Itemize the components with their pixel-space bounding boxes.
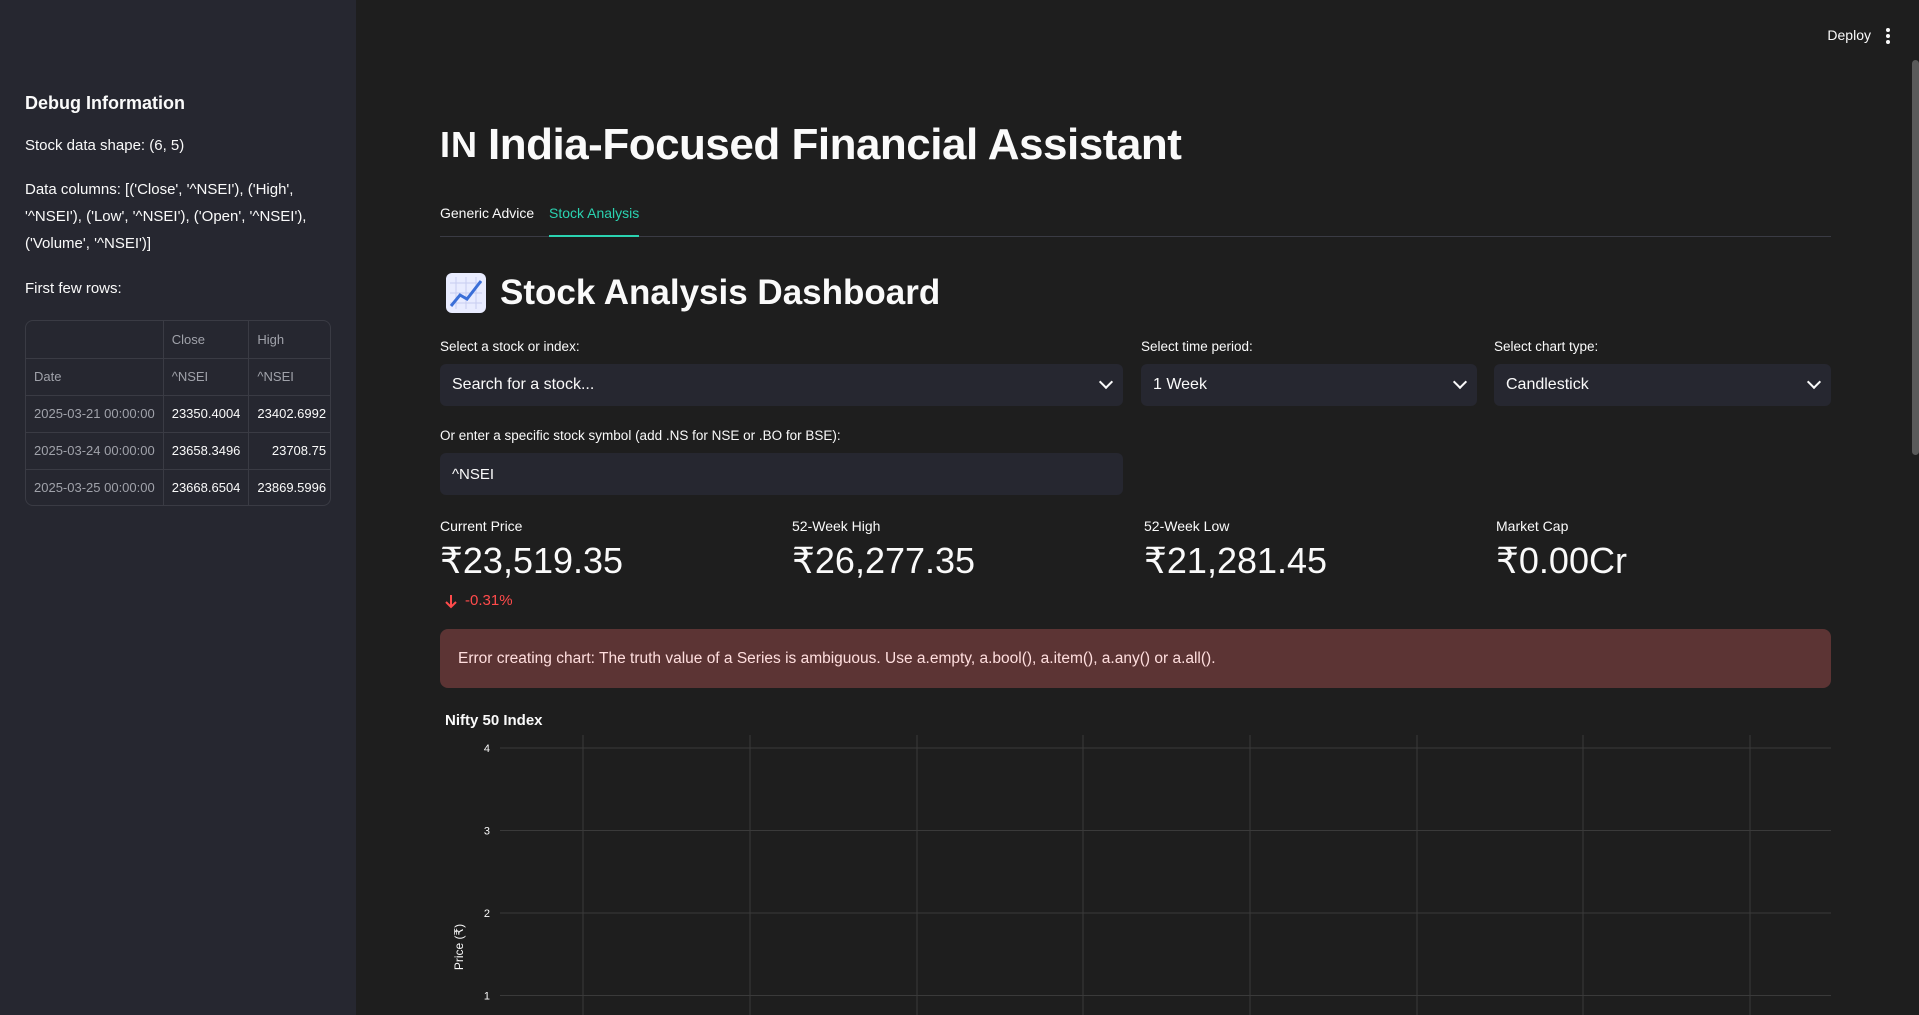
table-header-cell: High — [248, 321, 330, 359]
current-price-label: Current Price — [440, 518, 523, 534]
sidebar: Debug Information Stock data shape: (6, … — [0, 0, 356, 1015]
chart-type-select-value: Candlestick — [1506, 376, 1589, 393]
table-cell: 23350.4004 — [163, 395, 250, 433]
table-header-row: Close High — [26, 321, 330, 359]
table-cell: 23402.6992 — [248, 395, 330, 433]
scrollbar[interactable] — [1912, 60, 1919, 455]
page-title-text: India-Focused Financial Assistant — [488, 120, 1182, 169]
data-columns-line-3: ('Volume', '^NSEI')] — [25, 235, 152, 252]
table-cell: 23658.3496 — [163, 432, 250, 470]
tab-generic-advice[interactable]: Generic Advice — [440, 205, 534, 237]
low-52-value: ₹21,281.45 — [1144, 540, 1328, 581]
deploy-button[interactable]: Deploy — [1827, 27, 1871, 43]
period-select[interactable]: 1 Week — [1141, 364, 1477, 406]
chart-y-tick-label: 3 — [484, 826, 490, 838]
table-cell: 23708.75 — [248, 432, 330, 470]
chart-title: Nifty 50 Index — [445, 712, 543, 729]
first-rows-label: First few rows: — [25, 280, 122, 297]
stock-select-value: Search for a stock... — [452, 376, 595, 393]
tab-bar: Generic Advice Stock Analysis — [440, 205, 1831, 237]
chevron-down-icon — [1806, 374, 1822, 390]
current-price-value: ₹23,519.35 — [440, 540, 624, 581]
symbol-input-label: Or enter a specific stock symbol (add .N… — [440, 428, 841, 443]
table-header-cell: Date — [26, 358, 164, 396]
high-52-value: ₹26,277.35 — [792, 540, 976, 581]
price-chart[interactable]: 4 3 2 1 — [440, 735, 1831, 1015]
stock-shape-text: Stock data shape: (6, 5) — [25, 137, 185, 154]
table-row: 2025-03-25 00:00:00 23668.6504 23869.599… — [26, 469, 330, 505]
page-title: IN India-Focused Financial Assistant — [440, 120, 1182, 170]
stock-select[interactable]: Search for a stock... — [440, 364, 1123, 406]
symbol-input-value: ^NSEI — [452, 465, 495, 483]
table-cell: 23869.5996 — [248, 469, 330, 505]
chart-type-select[interactable]: Candlestick — [1494, 364, 1831, 406]
low-52-label: 52-Week Low — [1144, 518, 1230, 534]
delta-value: -0.31% — [465, 592, 513, 609]
chevron-down-icon — [1098, 374, 1114, 390]
section-title: Stock Analysis Dashboard — [446, 273, 940, 313]
debug-title: Debug Information — [25, 93, 185, 113]
table-header-cell — [26, 321, 164, 359]
chart-y-tick-label: 1 — [484, 991, 490, 1003]
chart-y-axis-label: Price (₹) — [452, 923, 467, 971]
data-columns-line-2: '^NSEI'), ('Low', '^NSEI'), ('Open', '^N… — [25, 208, 307, 225]
india-flag-icon: IN — [440, 124, 478, 165]
chevron-down-icon — [1452, 374, 1468, 390]
table-header-cell: ^NSEI — [163, 358, 250, 396]
table-cell: 2025-03-24 00:00:00 — [26, 432, 164, 470]
error-message: Error creating chart: The truth value of… — [458, 649, 1216, 667]
period-select-value: 1 Week — [1153, 376, 1207, 393]
table-row: 2025-03-24 00:00:00 23658.3496 23708.75 — [26, 432, 330, 470]
table-row: 2025-03-21 00:00:00 23350.4004 23402.699… — [26, 395, 330, 433]
table-cell: 23668.6504 — [163, 469, 250, 505]
chart-y-tick-label: 4 — [484, 743, 490, 755]
dataframe-table[interactable]: Close High Date ^NSEI ^NSEI 2025-03-21 0… — [25, 320, 331, 506]
chart-type-select-label: Select chart type: — [1494, 339, 1599, 354]
error-alert: Error creating chart: The truth value of… — [440, 629, 1831, 688]
main-menu-icon[interactable] — [1883, 26, 1893, 46]
table-cell: 2025-03-21 00:00:00 — [26, 395, 164, 433]
high-52-label: 52-Week High — [792, 518, 881, 534]
current-price-delta: -0.31% — [443, 592, 513, 609]
section-title-text: Stock Analysis Dashboard — [500, 273, 941, 312]
table-header-cell: ^NSEI — [248, 358, 330, 396]
data-columns-line-1: Data columns: [('Close', '^NSEI'), ('Hig… — [25, 181, 294, 198]
period-select-label: Select time period: — [1141, 339, 1253, 354]
table-header-cell: Close — [163, 321, 250, 359]
chart-y-tick-label: 2 — [484, 908, 490, 920]
market-cap-value: ₹0.00Cr — [1496, 540, 1627, 581]
table-cell: 2025-03-25 00:00:00 — [26, 469, 164, 505]
tab-stock-analysis[interactable]: Stock Analysis — [549, 205, 640, 237]
table-header-row: Date ^NSEI ^NSEI — [26, 358, 330, 396]
market-cap-label: Market Cap — [1496, 518, 1569, 534]
arrow-down-icon — [445, 594, 457, 608]
stock-select-label: Select a stock or index: — [440, 339, 580, 354]
symbol-input[interactable]: ^NSEI — [440, 453, 1123, 495]
chart-increasing-icon — [446, 273, 486, 313]
